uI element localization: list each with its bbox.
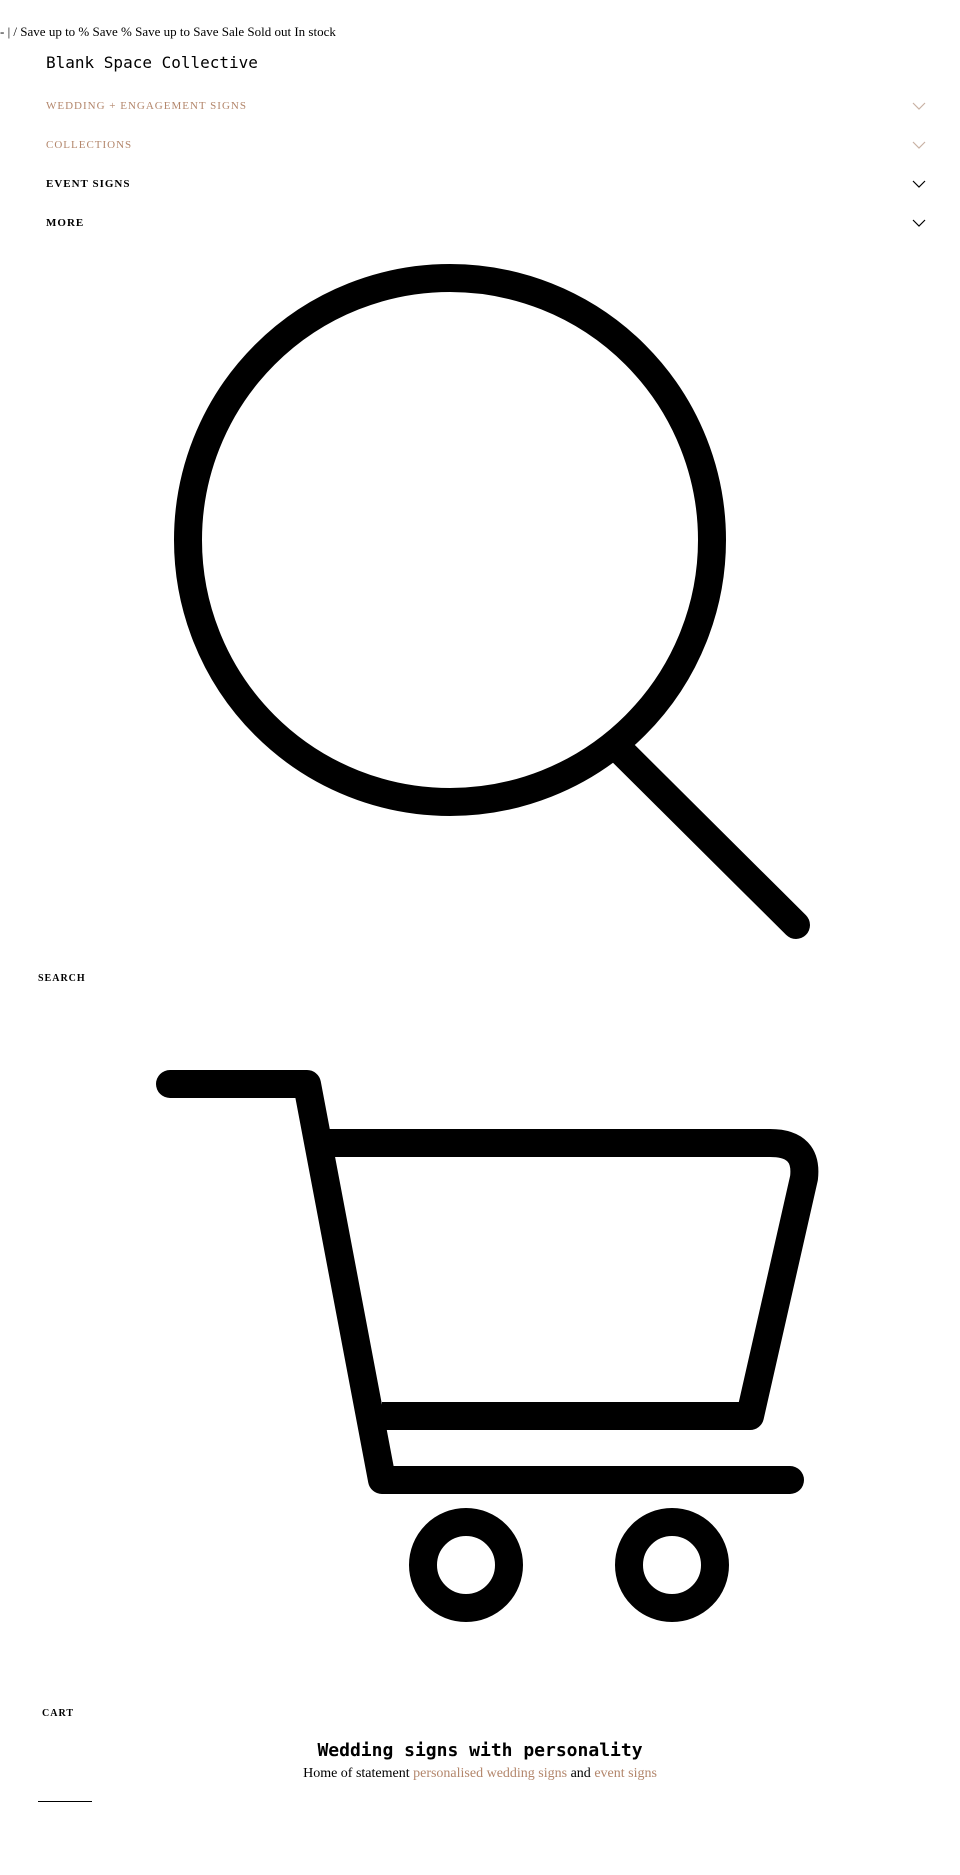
- nav-item-wedding-engagement[interactable]: WEDDING + ENGAGEMENT SIGNS: [46, 94, 926, 118]
- divider: [38, 1801, 92, 1802]
- hero-subtitle: Home of statement personalised wedding s…: [0, 1765, 960, 1783]
- nav-item-label: EVENT SIGNS: [46, 178, 131, 190]
- chevron-down-icon: [912, 141, 926, 149]
- cart-label[interactable]: CART: [42, 1708, 74, 1719]
- hero-subtitle-and: and: [570, 1766, 591, 1781]
- search-label[interactable]: SEARCH: [38, 973, 86, 984]
- nav-item-event-signs[interactable]: EVENT SIGNS: [46, 172, 926, 196]
- nav-item-collections[interactable]: COLLECTIONS: [46, 133, 926, 157]
- nav-item-label: WEDDING + ENGAGEMENT SIGNS: [46, 100, 247, 112]
- announcement-bar: - | / Save up to % Save % Save up to Sav…: [0, 24, 336, 39]
- brand-logo-link[interactable]: Blank Space Collective: [46, 53, 258, 73]
- personalised-wedding-signs-link[interactable]: personalised wedding signs: [413, 1766, 567, 1781]
- chevron-down-icon: [912, 219, 926, 227]
- cart-icon[interactable]: [150, 1060, 830, 1660]
- event-signs-link[interactable]: event signs: [594, 1766, 657, 1781]
- hero-title: Wedding signs with personality: [317, 1740, 643, 1761]
- chevron-down-icon: [912, 180, 926, 188]
- chevron-down-icon: [912, 102, 926, 110]
- nav-item-label: COLLECTIONS: [46, 139, 133, 151]
- nav-item-label: MORE: [46, 217, 85, 229]
- nav-item-more[interactable]: MORE: [46, 211, 926, 235]
- hero-subtitle-prefix: Home of statement: [303, 1766, 410, 1781]
- search-icon[interactable]: [160, 255, 810, 955]
